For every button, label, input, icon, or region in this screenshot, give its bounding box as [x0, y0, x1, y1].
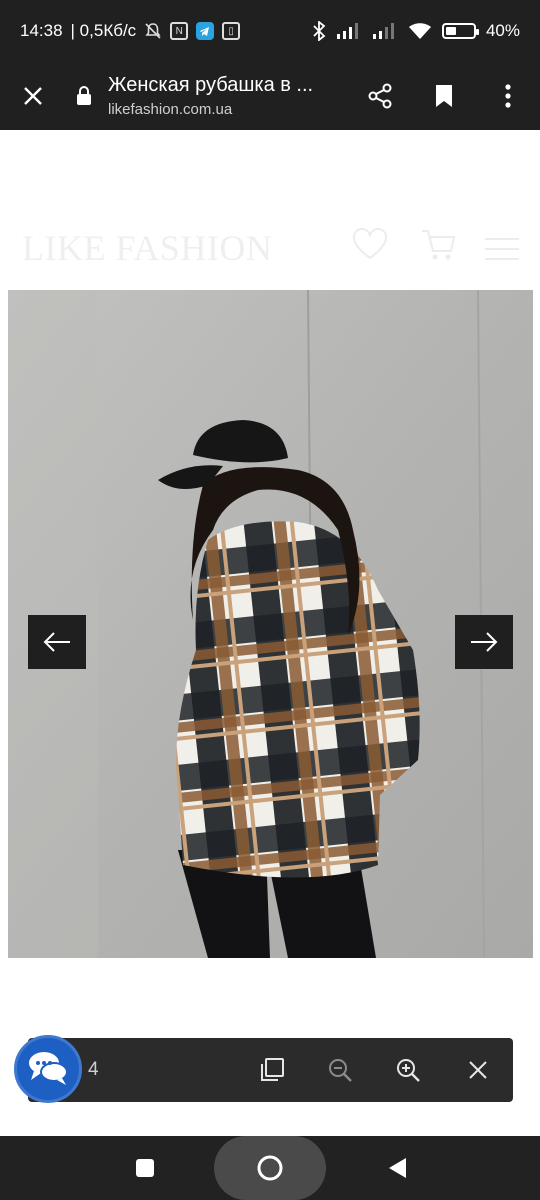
app-notification-icon: ▯: [222, 22, 241, 40]
chat-icon: [26, 1047, 70, 1092]
image-count: 4: [88, 1059, 99, 1080]
network-speed: | 0,5Кб/с: [70, 21, 137, 40]
signal-icon-2: [372, 22, 398, 40]
bookmark-icon[interactable]: [412, 62, 476, 130]
product-photo[interactable]: [8, 290, 533, 958]
bluetooth-icon: [312, 21, 326, 41]
zoom-in-icon[interactable]: [386, 1048, 430, 1092]
telegram-icon: [196, 22, 215, 40]
home-icon[interactable]: [250, 1136, 290, 1200]
more-vert-icon[interactable]: [476, 62, 540, 130]
arrow-left-icon[interactable]: [28, 615, 86, 669]
menu-icon[interactable]: [485, 236, 519, 267]
page-title: Женская рубашка в ...: [108, 74, 314, 96]
site-logo[interactable]: LIKE FASHION: [22, 227, 272, 269]
battery-percent: 40%: [485, 21, 520, 40]
wifi-icon: [408, 22, 432, 40]
browser-toolbar: Женская рубашка в ... likefashion.com.ua: [0, 62, 540, 130]
recents-icon[interactable]: [128, 1136, 162, 1200]
cart-icon[interactable]: [420, 228, 456, 267]
battery-icon: [441, 23, 479, 39]
status-time: 14:38: [20, 21, 63, 40]
copy-icon[interactable]: [250, 1048, 294, 1092]
bell-off-icon: [144, 22, 162, 40]
arrow-right-icon[interactable]: [455, 615, 513, 669]
chat-widget-button[interactable]: [14, 1035, 82, 1103]
share-icon[interactable]: [348, 62, 412, 130]
image-zoom-toolbar: 4: [28, 1038, 513, 1102]
nfc-icon: N: [170, 22, 189, 40]
site-header: LIKE FASHION: [0, 130, 540, 290]
close-zoom-icon[interactable]: [456, 1048, 500, 1092]
status-bar: 14:38 | 0,5Кб/с N ▯ 40%: [0, 0, 540, 62]
page-url: likefashion.com.ua: [108, 101, 233, 118]
lock-icon: [70, 86, 98, 106]
page-info[interactable]: Женская рубашка в ... likefashion.com.ua: [98, 74, 348, 118]
signal-icon-1: [336, 22, 362, 40]
system-nav-bar: [0, 1136, 540, 1200]
heart-icon[interactable]: [352, 227, 388, 265]
zoom-out-icon[interactable]: [318, 1048, 362, 1092]
close-icon[interactable]: [0, 62, 66, 130]
back-icon[interactable]: [380, 1136, 414, 1200]
